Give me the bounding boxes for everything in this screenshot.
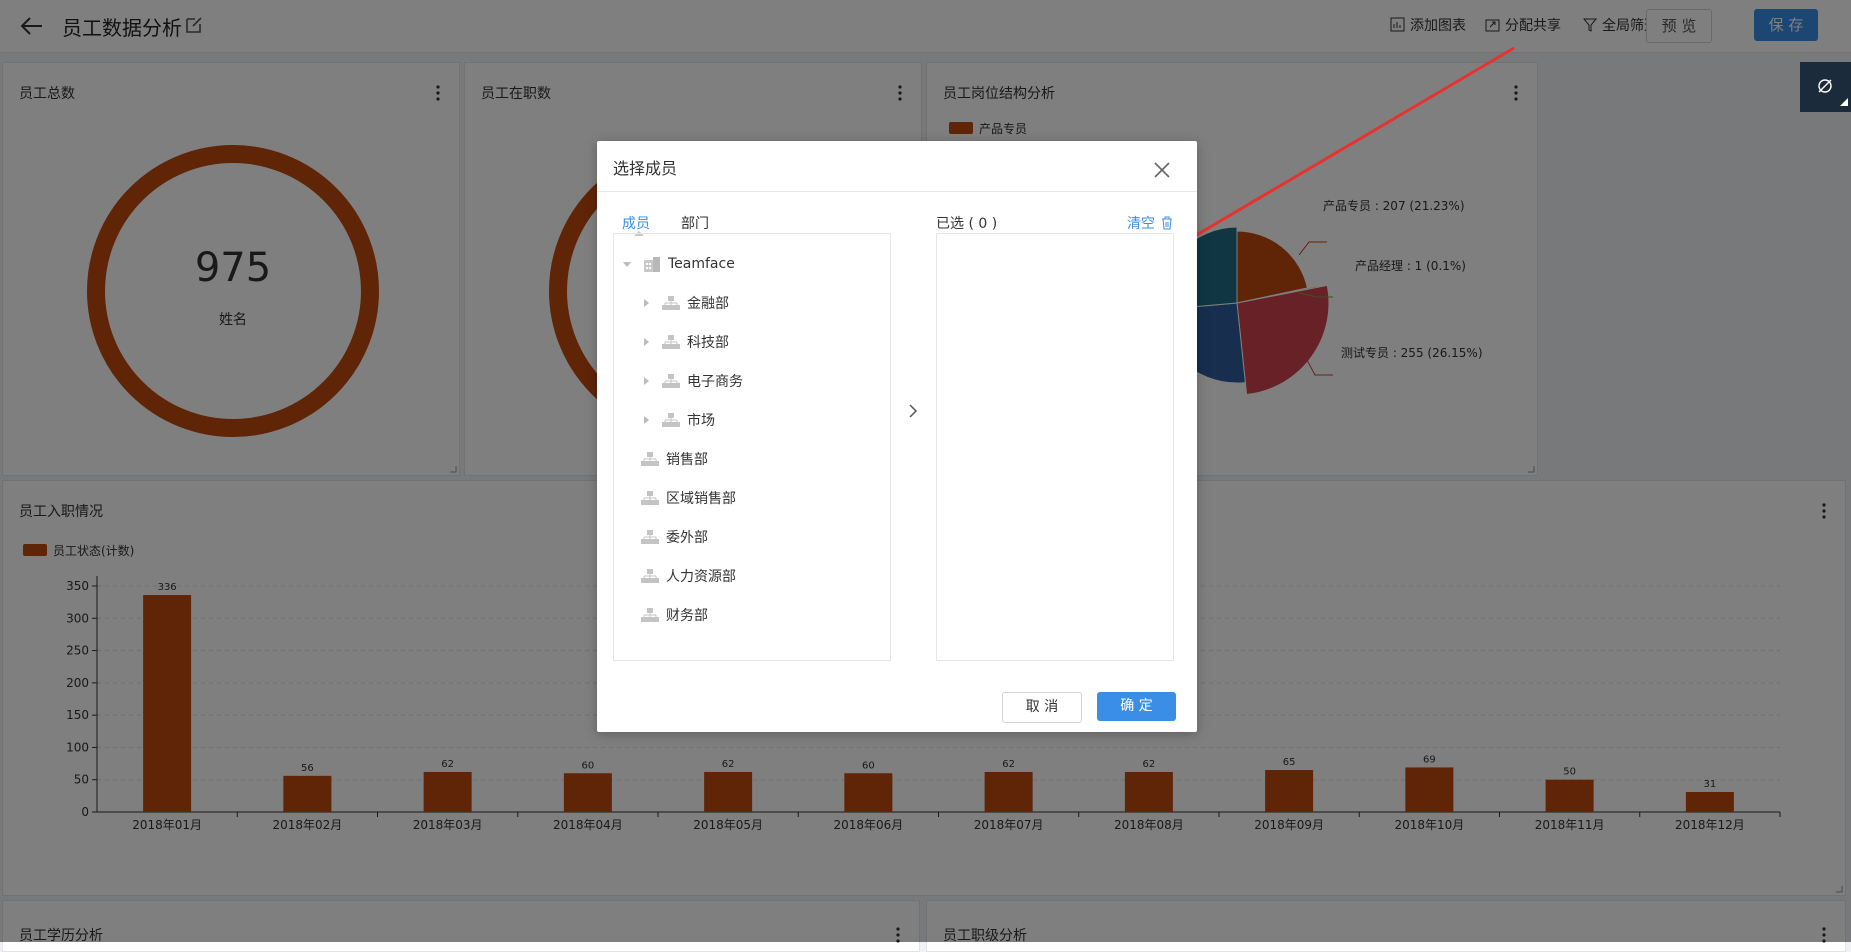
org-chart-icon bbox=[662, 296, 680, 310]
selected-members-panel bbox=[936, 233, 1174, 661]
clear-button[interactable]: 清空 bbox=[1127, 213, 1174, 233]
dept-label: 财务部 bbox=[666, 608, 708, 624]
tree-dept-leaf[interactable]: 销售部 bbox=[641, 449, 708, 469]
floating-toolbar-button[interactable] bbox=[1800, 62, 1851, 112]
tree-dept-expandable[interactable]: 市场 bbox=[642, 410, 715, 430]
cancel-button[interactable]: 取 消 bbox=[1002, 692, 1082, 723]
tree-root-teamface[interactable]: Teamface bbox=[623, 254, 735, 274]
confirm-button[interactable]: 确 定 bbox=[1097, 692, 1176, 721]
close-icon[interactable] bbox=[1153, 161, 1171, 179]
building-icon bbox=[644, 257, 660, 272]
selected-count-label: 已选 ( 0 ) bbox=[936, 216, 998, 232]
caret-right-icon[interactable] bbox=[642, 416, 650, 424]
org-chart-icon bbox=[641, 530, 659, 544]
chevron-right-icon[interactable] bbox=[906, 401, 920, 421]
tree-dept-leaf[interactable]: 人力资源部 bbox=[641, 566, 736, 586]
tree-dept-leaf[interactable]: 财务部 bbox=[641, 605, 708, 625]
tree-dept-expandable[interactable]: 金融部 bbox=[642, 293, 729, 313]
dialog-header: 选择成员 bbox=[597, 141, 1197, 192]
clear-label: 清空 bbox=[1127, 216, 1155, 232]
hide-icon bbox=[1818, 79, 1832, 93]
org-chart-icon bbox=[641, 608, 659, 622]
trash-icon bbox=[1162, 216, 1172, 230]
tree-dept-leaf[interactable]: 委外部 bbox=[641, 527, 708, 547]
org-chart-icon bbox=[662, 335, 680, 349]
tree-root-label: Teamface bbox=[668, 256, 735, 272]
dept-label: 市场 bbox=[687, 413, 715, 429]
tree-dept-leaf[interactable]: 区域销售部 bbox=[641, 488, 736, 508]
dept-label: 金融部 bbox=[687, 296, 729, 312]
dept-label: 委外部 bbox=[666, 530, 708, 546]
org-tree-panel: Teamface 金融部 科技部 电子商务 市场 销售部 区域销售部 委外部 人… bbox=[613, 233, 891, 661]
caret-right-icon[interactable] bbox=[642, 338, 650, 346]
org-chart-icon bbox=[662, 374, 680, 388]
caret-right-icon[interactable] bbox=[642, 299, 650, 307]
dept-label: 科技部 bbox=[687, 335, 729, 351]
tree-dept-expandable[interactable]: 电子商务 bbox=[642, 371, 743, 391]
caret-down-icon[interactable] bbox=[623, 260, 631, 268]
dialog-title: 选择成员 bbox=[613, 159, 678, 178]
caret-right-icon[interactable] bbox=[642, 377, 650, 385]
org-chart-icon bbox=[662, 413, 680, 427]
org-chart-icon bbox=[641, 491, 659, 505]
corner-icon bbox=[1840, 98, 1848, 106]
dept-label: 电子商务 bbox=[687, 374, 743, 390]
select-member-dialog: 选择成员 成员 部门 Teamface 金融部 科技部 电子商务 市场 销售部 … bbox=[597, 141, 1197, 732]
tab-departments[interactable]: 部门 bbox=[681, 213, 709, 233]
dept-label: 人力资源部 bbox=[666, 569, 736, 585]
org-chart-icon bbox=[641, 569, 659, 583]
dept-label: 区域销售部 bbox=[666, 491, 736, 507]
tree-dept-expandable[interactable]: 科技部 bbox=[642, 332, 729, 352]
tab-members[interactable]: 成员 bbox=[622, 213, 650, 233]
org-chart-icon bbox=[641, 452, 659, 466]
dept-label: 销售部 bbox=[666, 452, 708, 468]
